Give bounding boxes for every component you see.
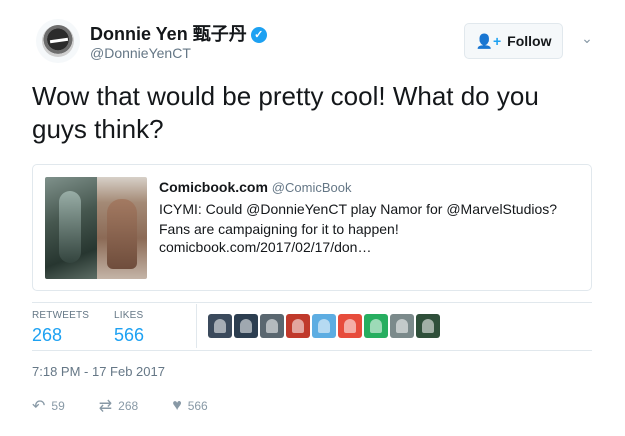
liker-avatar[interactable] xyxy=(416,314,440,338)
stats-separator xyxy=(196,304,197,348)
divider xyxy=(32,350,592,351)
card-link[interactable]: comicbook.com/2017/02/17/don… xyxy=(159,239,371,255)
author-name[interactable]: Donnie Yen 甄子丹 xyxy=(90,24,247,44)
add-user-icon: 👤+ xyxy=(475,32,502,49)
tweet-text: Wow that would be pretty cool! What do y… xyxy=(32,81,539,144)
verified-badge-icon: ✓ xyxy=(250,27,267,43)
likes-stat[interactable]: LIKES 566 xyxy=(114,310,144,346)
likers-avatars xyxy=(208,314,440,338)
card-title: Comicbook.com @ComicBook xyxy=(159,179,351,195)
link-card[interactable]: Comicbook.com @ComicBook ICYMI: Could @D… xyxy=(32,164,592,291)
retweet-button[interactable]: ⇄ 268 xyxy=(99,396,138,416)
like-count: 566 xyxy=(187,399,208,413)
card-site-name: Comicbook.com xyxy=(159,179,268,195)
follow-button[interactable]: 👤+ Follow xyxy=(464,23,563,59)
action-bar: ↶ 59 ⇄ 268 ♥ 566 xyxy=(32,396,242,416)
retweet-icon: ⇄ xyxy=(98,398,113,415)
liker-avatar[interactable] xyxy=(390,314,414,338)
liker-avatar[interactable] xyxy=(234,314,258,338)
reply-icon: ↶ xyxy=(32,398,46,415)
card-thumbnail xyxy=(45,177,147,279)
tweet-timestamp[interactable]: 7:18 PM - 17 Feb 2017 xyxy=(32,364,165,379)
chevron-down-icon[interactable]: ⌄ xyxy=(579,30,595,46)
divider xyxy=(32,302,592,303)
likes-label: LIKES xyxy=(114,310,144,321)
retweets-count: 268 xyxy=(32,325,63,345)
reply-count: 59 xyxy=(51,399,65,413)
retweets-label: RETWEETS xyxy=(32,310,90,321)
liker-avatar[interactable] xyxy=(286,314,310,338)
card-description: ICYMI: Could @DonnieYenCT play Namor for… xyxy=(159,201,558,237)
heart-icon: ♥ xyxy=(172,397,182,414)
likes-count: 566 xyxy=(114,325,145,345)
liker-avatar[interactable] xyxy=(312,314,336,338)
like-button[interactable]: ♥ 566 xyxy=(172,396,208,416)
follow-label: Follow xyxy=(507,33,552,49)
card-site-handle[interactable]: @ComicBook xyxy=(272,180,352,195)
liker-avatar[interactable] xyxy=(208,314,232,338)
author-name-row[interactable]: Donnie Yen 甄子丹 ✓ xyxy=(90,20,267,46)
avatar[interactable] xyxy=(36,19,80,63)
liker-avatar[interactable] xyxy=(338,314,362,338)
liker-avatar[interactable] xyxy=(364,314,388,338)
liker-avatar[interactable] xyxy=(260,314,284,338)
retweets-stat[interactable]: RETWEETS 268 xyxy=(32,310,89,346)
reply-button[interactable]: ↶ 59 xyxy=(32,396,65,416)
retweet-count: 268 xyxy=(118,399,139,413)
author-handle[interactable]: @DonnieYenCT xyxy=(90,45,191,61)
